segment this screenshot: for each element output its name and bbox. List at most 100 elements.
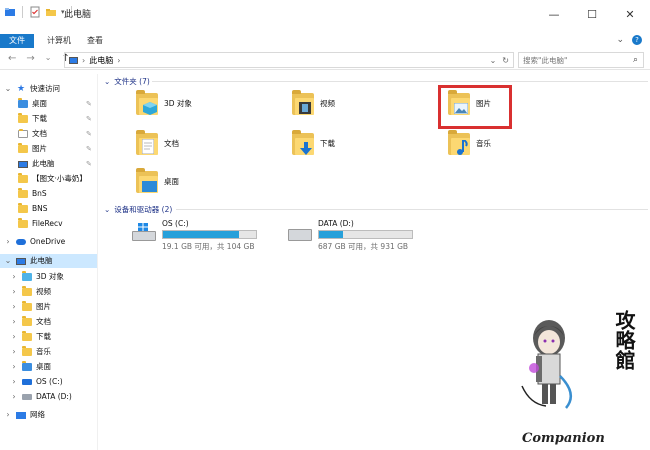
sidebar-item-downloads[interactable]: 下载 ✎ xyxy=(18,112,92,126)
hard-drive-icon xyxy=(288,223,312,243)
chevron-down-icon[interactable]: ⌄ xyxy=(104,77,110,86)
chevron-down-icon[interactable]: ⌄ xyxy=(104,205,110,214)
3d-objects-icon xyxy=(22,271,32,281)
chevron-right-icon[interactable]: › xyxy=(10,315,18,329)
sidebar-item-music[interactable]: › 音乐 xyxy=(10,345,51,359)
drive-usage-bar xyxy=(318,230,413,239)
chevron-right-icon[interactable]: › xyxy=(10,285,18,299)
sidebar-item-folder[interactable]: BNS xyxy=(18,202,48,216)
chevron-right-icon[interactable]: › xyxy=(10,375,18,389)
chevron-down-icon[interactable]: ⌄ xyxy=(4,254,12,268)
videos-icon xyxy=(292,90,314,116)
forward-button[interactable]: → xyxy=(26,53,34,64)
folders-group-header[interactable]: ⌄ 文件夹 (7) xyxy=(104,76,150,87)
chevron-right-icon[interactable]: › xyxy=(4,235,12,249)
chevron-right-icon[interactable]: › xyxy=(10,330,18,344)
sidebar-item-drive-d[interactable]: › DATA (D:) xyxy=(10,390,72,404)
search-icon[interactable]: ⌕ xyxy=(633,55,638,65)
window-title: 此电脑 xyxy=(64,10,92,20)
sidebar-item-3d-objects[interactable]: › 3D 对象 xyxy=(10,270,64,284)
onedrive-icon xyxy=(16,239,26,245)
sidebar-item-onedrive[interactable]: › OneDrive xyxy=(4,235,65,249)
watermark-logo-text: Companion xyxy=(522,431,605,446)
this-pc-icon xyxy=(69,56,78,64)
folder-downloads[interactable]: 下载 xyxy=(292,130,335,156)
search-input[interactable] xyxy=(519,53,643,67)
navigation-pane: ⌄ ★ 快速访问 桌面 ✎ 下载 ✎ 文档 ✎ 图片 ✎ 此电脑 ✎ 【图文·小… xyxy=(0,74,98,450)
explorer-icon[interactable] xyxy=(4,6,16,18)
folder-label: 3D 对象 xyxy=(164,98,192,108)
drive-c[interactable]: OS (C:) 19.1 GB 可用，共 104 GB xyxy=(132,219,257,252)
tab-computer[interactable]: 计算机 xyxy=(38,34,80,48)
folder-3d-objects[interactable]: 3D 对象 xyxy=(136,90,192,116)
documents-icon xyxy=(18,129,28,138)
videos-icon xyxy=(22,286,32,296)
sidebar-item-network[interactable]: › 网络 xyxy=(4,408,45,422)
sidebar-item-folder[interactable]: 【图文·小毒奶】 xyxy=(18,172,87,186)
folder-videos[interactable]: 视频 xyxy=(292,90,335,116)
desktop-icon xyxy=(22,361,32,371)
back-button[interactable]: ← xyxy=(8,53,16,64)
new-folder-icon[interactable] xyxy=(45,6,57,18)
chevron-right-icon[interactable]: › xyxy=(10,300,18,314)
sidebar-item-downloads-pc[interactable]: › 下载 xyxy=(10,330,51,344)
pictures-icon xyxy=(18,143,28,153)
devices-group-header[interactable]: ⌄ 设备和驱动器 (2) xyxy=(104,204,172,215)
tab-view[interactable]: 查看 xyxy=(78,34,112,48)
close-button[interactable]: ✕ xyxy=(618,6,642,22)
sidebar-item-pictures[interactable]: 图片 ✎ xyxy=(18,142,92,156)
sidebar-item-folder[interactable]: FileRecv xyxy=(18,217,63,231)
address-bar[interactable]: › 此电脑 › ⌄ ↻ xyxy=(64,52,514,68)
sidebar-item-label: 网络 xyxy=(30,410,45,419)
sidebar-item-label: DATA (D:) xyxy=(36,392,72,401)
chevron-right-icon[interactable]: › xyxy=(10,345,18,359)
drive-name: DATA (D:) xyxy=(318,219,354,228)
folder-label: 视频 xyxy=(320,98,335,108)
folder-desktop[interactable]: 桌面 xyxy=(136,168,179,194)
properties-icon[interactable] xyxy=(29,6,41,18)
sidebar-item-label: 此电脑 xyxy=(32,159,55,168)
address-dropdown-icon[interactable]: ⌄ xyxy=(490,56,497,65)
chevron-down-icon[interactable]: ⌄ xyxy=(4,82,12,96)
sidebar-item-folder[interactable]: BnS xyxy=(18,187,47,201)
sidebar-item-this-pc[interactable]: ⌄ 此电脑 xyxy=(0,254,97,268)
chevron-right-icon[interactable]: › xyxy=(10,270,18,284)
sidebar-item-pictures-pc[interactable]: › 图片 xyxy=(10,300,51,314)
sidebar-item-drive-c[interactable]: › OS (C:) xyxy=(10,375,63,389)
sidebar-item-desktop-pc[interactable]: › 桌面 xyxy=(10,360,51,374)
sidebar-item-quick-access[interactable]: ⌄ ★ 快速访问 xyxy=(4,82,60,96)
breadcrumb-separator[interactable]: › xyxy=(117,56,120,65)
breadcrumb[interactable]: 此电脑 xyxy=(89,55,113,66)
sidebar-item-documents-pc[interactable]: › 文档 xyxy=(10,315,51,329)
search-box: ⌕ xyxy=(518,52,644,68)
sidebar-item-label: 桌面 xyxy=(36,362,51,371)
sidebar-item-label: 图片 xyxy=(32,144,47,153)
breadcrumb-separator[interactable]: › xyxy=(82,56,85,65)
sidebar-item-label: OneDrive xyxy=(30,237,66,246)
refresh-icon[interactable]: ↻ xyxy=(502,56,509,65)
maximize-button[interactable]: ☐ xyxy=(580,6,604,22)
sidebar-item-desktop[interactable]: 桌面 ✎ xyxy=(18,97,92,111)
divider xyxy=(176,209,648,210)
folder-icon xyxy=(18,203,28,213)
windows-drive-icon xyxy=(22,379,32,385)
folder-documents[interactable]: 文档 xyxy=(136,130,179,156)
tab-file[interactable]: 文件 xyxy=(0,34,34,48)
music-icon xyxy=(22,346,32,356)
sidebar-item-label: OS (C:) xyxy=(36,377,63,386)
help-icon[interactable]: ? xyxy=(632,35,642,45)
folder-music[interactable]: 音乐 xyxy=(448,130,491,156)
drive-d[interactable]: DATA (D:) 687 GB 可用，共 931 GB xyxy=(288,219,413,252)
sidebar-item-documents[interactable]: 文档 ✎ xyxy=(18,127,92,141)
downloads-icon xyxy=(22,331,32,341)
minimize-button[interactable]: — xyxy=(542,6,566,22)
chevron-right-icon[interactable]: › xyxy=(4,408,12,422)
recent-locations-icon[interactable]: ⌄ xyxy=(45,53,52,64)
sidebar-item-this-pc-quick[interactable]: 此电脑 ✎ xyxy=(18,157,92,171)
sidebar-item-label: 下载 xyxy=(32,114,47,123)
sidebar-item-videos[interactable]: › 视频 xyxy=(10,285,51,299)
watermark-logo: 攻略館 Companion xyxy=(506,306,636,446)
chevron-right-icon[interactable]: › xyxy=(10,390,18,404)
expand-ribbon-icon[interactable]: ⌄ xyxy=(616,35,624,45)
chevron-right-icon[interactable]: › xyxy=(10,360,18,374)
